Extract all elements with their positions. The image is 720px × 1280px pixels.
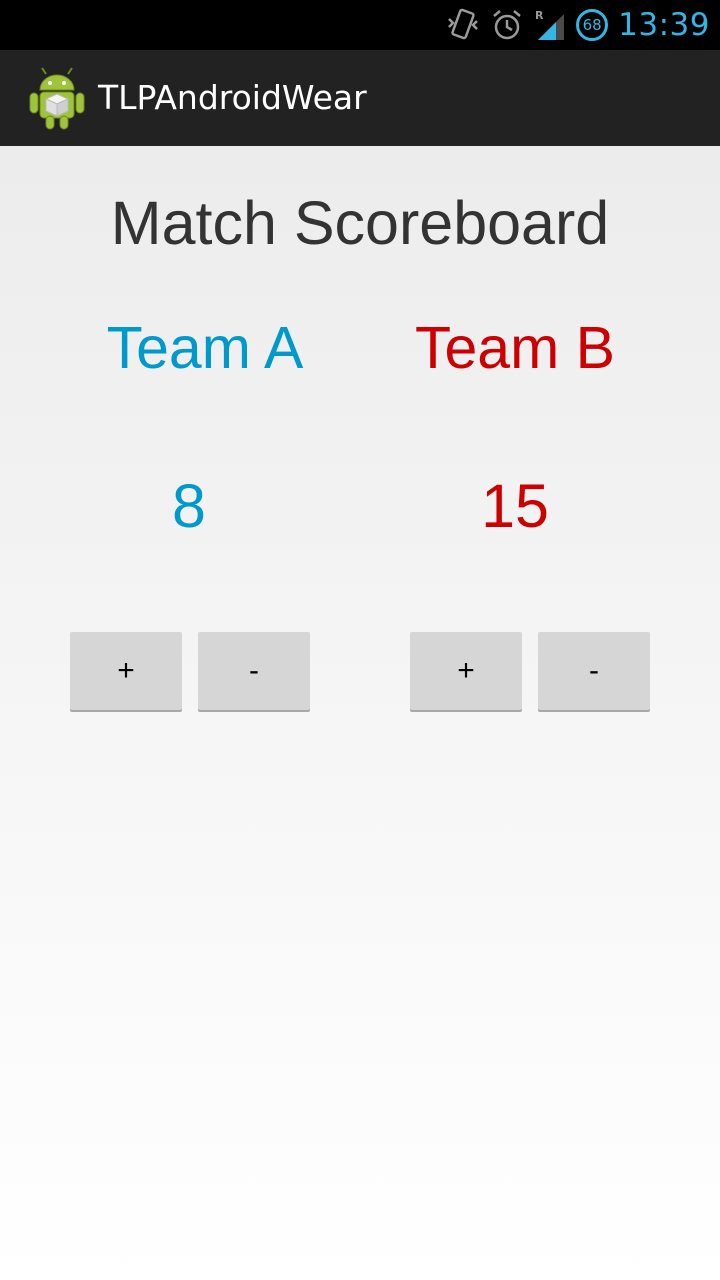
action-bar: TLPAndroidWear: [0, 50, 720, 147]
team-a-score: 8: [172, 472, 206, 540]
status-icons: R 68 13:39: [446, 0, 710, 50]
team-b-score: 15: [481, 472, 549, 540]
battery-level: 68: [582, 16, 602, 34]
svg-text:R: R: [535, 9, 544, 22]
scoreboard-content: Match Scoreboard Team A Team B 8 15 + - …: [0, 146, 720, 1280]
status-clock: 13:39: [618, 7, 710, 43]
team-a-name: Team A: [106, 315, 304, 381]
team-b-minus-button[interactable]: -: [538, 632, 650, 710]
team-a-plus-button[interactable]: +: [70, 632, 182, 710]
team-a-minus-button[interactable]: -: [198, 632, 310, 710]
team-b-name: Team B: [414, 315, 616, 381]
team-b-plus-button[interactable]: +: [410, 632, 522, 710]
app-title: TLPAndroidWear: [98, 78, 367, 117]
page-title: Match Scoreboard: [110, 189, 610, 257]
status-bar: R 68 13:39: [0, 0, 720, 50]
alarm-icon: [490, 8, 524, 42]
signal-roaming-icon: R: [534, 8, 566, 42]
battery-icon: 68: [576, 9, 609, 41]
android-robot-icon: [28, 66, 86, 130]
vibrate-icon: [446, 7, 480, 43]
